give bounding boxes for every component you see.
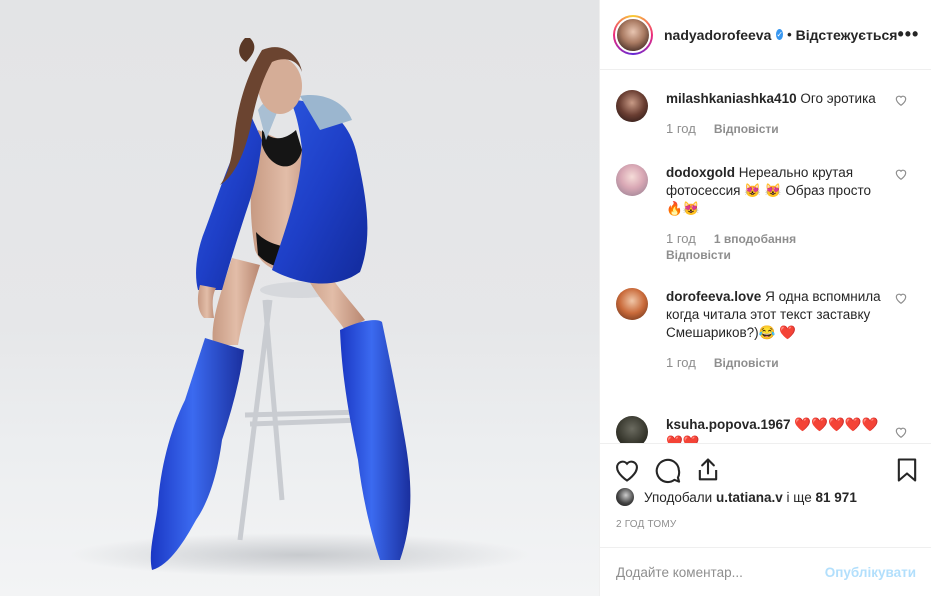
comment-text: dorofeeva.love Я одна вспомнила когда чи… xyxy=(666,288,886,342)
like-comment-heart-icon[interactable] xyxy=(894,93,908,107)
commenter-username[interactable]: milashkaniashka410 xyxy=(666,91,797,106)
share-icon[interactable] xyxy=(694,456,722,484)
comment-item: dodoxgold Нереально крутая фотосессия 😻 … xyxy=(600,164,931,263)
comment-item: milashkaniashka410 Ого эротика 1 год Від… xyxy=(600,90,931,137)
post-photo[interactable] xyxy=(0,0,599,596)
comment-text: dodoxgold Нереально крутая фотосессия 😻 … xyxy=(666,164,886,218)
comment-item: ksuha.popova.1967 ❤️❤️❤️❤️❤️❤️❤️ xyxy=(600,416,931,443)
comment-meta: 1 год 1 вподобання Відповісти xyxy=(666,231,886,263)
verified-badge-icon: ✓ xyxy=(776,29,784,40)
separator-dot: • xyxy=(787,27,792,42)
author-avatar[interactable] xyxy=(613,14,653,55)
reply-button[interactable]: Відповісти xyxy=(714,121,779,137)
comment-time[interactable]: 1 год xyxy=(666,231,696,247)
liker-avatar[interactable] xyxy=(616,488,634,506)
add-comment-form: Опублікувати xyxy=(600,547,931,596)
likes-summary: Уподобали u.tatiana.v і ще 81 971 xyxy=(616,488,857,506)
comment-meta: 1 год Відповісти xyxy=(666,121,886,137)
like-heart-icon[interactable] xyxy=(613,456,641,484)
comment-input[interactable] xyxy=(616,564,825,580)
commenter-username[interactable]: ksuha.popova.1967 xyxy=(666,417,791,432)
commenter-username[interactable]: dorofeeva.love xyxy=(666,289,761,304)
bookmark-icon[interactable] xyxy=(893,456,921,484)
photo-illustration xyxy=(70,38,530,577)
likes-count[interactable]: 81 971 xyxy=(816,490,857,505)
comment-text: milashkaniashka410 Ого эротика xyxy=(666,90,886,108)
reply-button[interactable]: Відповісти xyxy=(714,355,779,371)
comment-meta: 1 год Відповісти xyxy=(666,355,886,371)
comment-time[interactable]: 1 год xyxy=(666,355,696,371)
liker-username[interactable]: u.tatiana.v xyxy=(716,490,783,505)
like-comment-heart-icon[interactable] xyxy=(894,425,908,439)
comment-bubble-icon[interactable] xyxy=(654,456,682,484)
commenter-username[interactable]: dodoxgold xyxy=(666,165,735,180)
comment-likes-count[interactable]: 1 вподобання xyxy=(714,231,796,247)
more-options-icon[interactable]: ••• xyxy=(897,24,919,45)
comment-text: ksuha.popova.1967 ❤️❤️❤️❤️❤️❤️❤️ xyxy=(666,416,886,443)
commenter-avatar[interactable] xyxy=(616,164,648,196)
comments-list[interactable]: milashkaniashka410 Ого эротика 1 год Від… xyxy=(600,71,931,443)
author-username[interactable]: nadyadorofeeva xyxy=(664,27,771,43)
follow-status-button[interactable]: Відстежується xyxy=(796,27,898,43)
like-comment-heart-icon[interactable] xyxy=(894,291,908,305)
post-time[interactable]: 2 ГОД ТОМУ xyxy=(616,519,676,530)
likes-prefix: Уподобали xyxy=(644,489,713,505)
comment-time[interactable]: 1 год xyxy=(666,121,696,137)
comment-item: dorofeeva.love Я одна вспомнила когда чи… xyxy=(600,288,931,371)
like-comment-heart-icon[interactable] xyxy=(894,167,908,181)
comment-content: Ого эротика xyxy=(800,91,876,106)
likes-middle: і ще xyxy=(786,489,812,505)
reply-button[interactable]: Відповісти xyxy=(666,247,731,263)
post-header: nadyadorofeeva ✓ • Відстежується ••• xyxy=(600,0,931,70)
publish-button[interactable]: Опублікувати xyxy=(825,565,916,580)
commenter-avatar[interactable] xyxy=(616,416,648,443)
post-details-panel: nadyadorofeeva ✓ • Відстежується ••• mil… xyxy=(599,0,931,596)
commenter-avatar[interactable] xyxy=(616,90,648,122)
commenter-avatar[interactable] xyxy=(616,288,648,320)
